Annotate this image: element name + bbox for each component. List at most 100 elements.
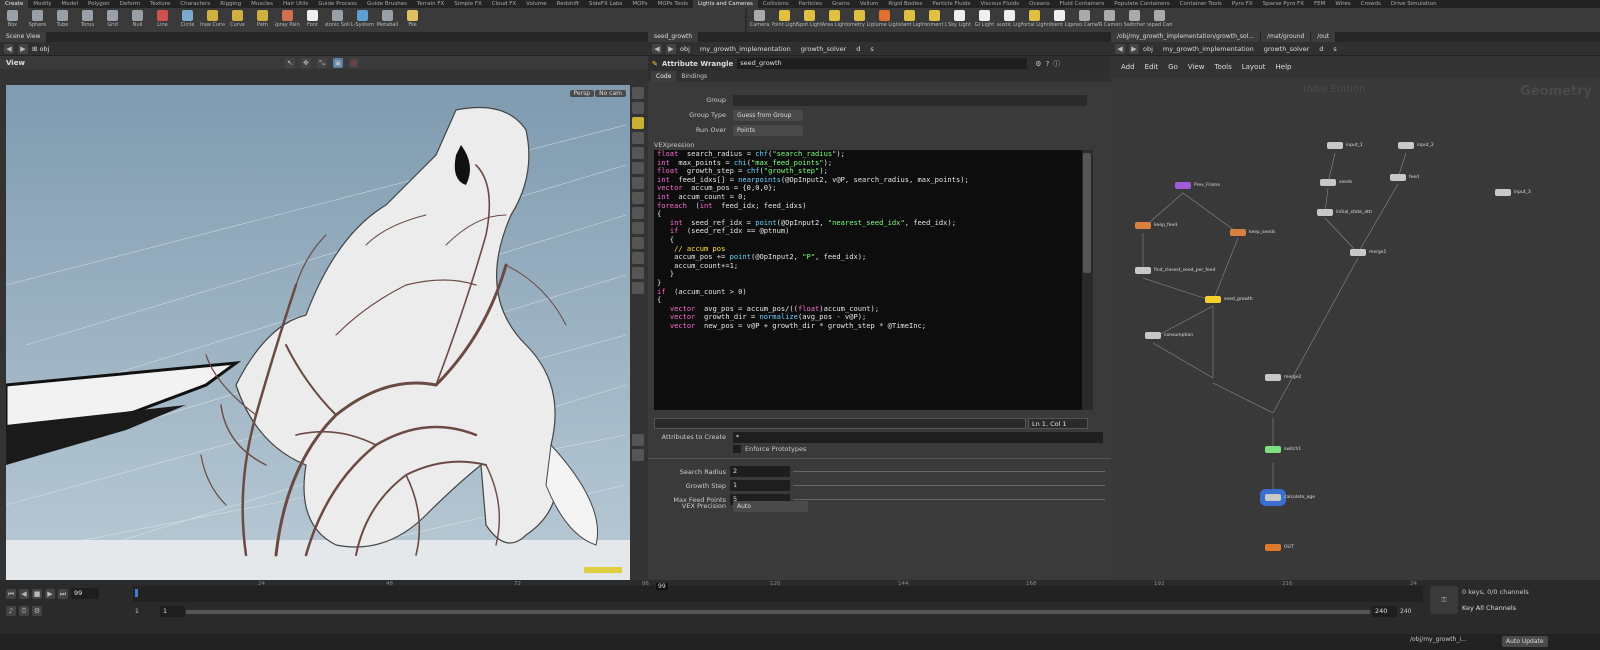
shelf-tool-button[interactable]: Area Light [822, 8, 847, 32]
menu-item[interactable]: Edit [1145, 63, 1159, 71]
shelf-tool-button[interactable]: Environment Light [922, 8, 947, 32]
shelf-tab[interactable]: Populate Containers [1109, 0, 1174, 8]
jump-start-icon[interactable]: ⏮ [6, 588, 16, 599]
shelf-tool-button[interactable]: Gamepad Camera [1147, 8, 1172, 32]
param-slider[interactable] [793, 471, 1105, 472]
shelf-tool-button[interactable]: Spray Paint [275, 8, 300, 32]
shelf-tool-button[interactable]: Box [0, 8, 25, 32]
shelf-tab[interactable]: Collisions [758, 0, 794, 8]
shelf-tool-button[interactable]: GI Light [972, 8, 997, 32]
vex-precision-select[interactable]: Auto [733, 501, 808, 512]
shelf-tool-button[interactable]: Distant Light [897, 8, 922, 32]
handle-tool-icon[interactable]: ▣ [332, 57, 343, 68]
node-body[interactable] [1265, 374, 1281, 381]
breadcrumb-item[interactable]: growth_solver [801, 45, 847, 53]
scale-tool-icon[interactable]: ⤡ [316, 57, 327, 68]
shelf-tab[interactable]: Rigging [215, 0, 246, 8]
network-node[interactable]: merge1 [1350, 249, 1386, 256]
shelf-tab[interactable]: Particle Fluids [927, 0, 975, 8]
grid-icon[interactable] [632, 192, 644, 204]
node-body[interactable] [1135, 267, 1151, 274]
run-over-select[interactable]: Points [733, 125, 803, 136]
shelf-tool-button[interactable]: Sphere [25, 8, 50, 32]
shelf-tab[interactable]: MOPs [627, 0, 652, 8]
back-button[interactable]: ◀ [1115, 43, 1125, 54]
shelf-tool-button[interactable]: Metaball [375, 8, 400, 32]
menu-item[interactable]: Add [1121, 63, 1135, 71]
select-tool-icon[interactable]: ↖ [284, 57, 295, 68]
node-body[interactable] [1320, 179, 1336, 186]
param-value-field[interactable]: 2 [730, 466, 790, 477]
camera-menu[interactable]: No cam [595, 88, 626, 99]
shelf-tab[interactable]: Lights and Cameras [692, 0, 758, 8]
frame-field[interactable]: 99 [71, 588, 99, 599]
shelf-tab[interactable]: Guide Process [313, 0, 362, 8]
shelf-tool-button[interactable]: L-System [350, 8, 375, 32]
lighting-icon[interactable] [632, 117, 644, 129]
node-body[interactable] [1350, 249, 1366, 256]
shelf-tab[interactable]: Polygon [83, 0, 115, 8]
step-back-icon[interactable]: ◀ [19, 588, 29, 599]
shelf-tab[interactable]: Simple FX [449, 0, 486, 8]
network-node[interactable]: Prev_Frame [1175, 182, 1220, 189]
range-start[interactable]: 1 [135, 608, 139, 615]
shelf-tab[interactable]: Drive Simulation [1386, 0, 1442, 8]
code-search-field[interactable] [654, 418, 1026, 429]
shelf-tab[interactable]: Model [57, 0, 84, 8]
breadcrumb-item[interactable]: my_growth_implementation [1163, 45, 1254, 53]
node-body[interactable] [1265, 544, 1281, 551]
breadcrumb[interactable]: obj my_growth_implementation growth_solver… [680, 45, 882, 53]
breadcrumb-item[interactable]: s [870, 45, 873, 53]
audio-icon[interactable]: ♪ [6, 606, 16, 616]
enforce-checkbox[interactable] [733, 445, 741, 453]
shelf-tool-button[interactable]: Circle [175, 8, 200, 32]
shelf-tab[interactable]: Characters [175, 0, 215, 8]
node-body[interactable] [1145, 332, 1161, 339]
forward-button[interactable]: ▶ [18, 43, 28, 54]
persp-menu[interactable]: Persp [569, 88, 594, 99]
breadcrumb-item[interactable]: my_growth_implementation [700, 45, 791, 53]
forward-button[interactable]: ▶ [666, 43, 676, 54]
shelf-tab[interactable]: Volume [521, 0, 551, 8]
shelf-tab[interactable]: Guide Brushes [362, 0, 412, 8]
network-tab[interactable]: /mat/ground [1261, 32, 1312, 42]
shelf-tab[interactable]: Terrain FX [412, 0, 449, 8]
camera-icon[interactable] [632, 147, 644, 159]
menu-item[interactable]: View [1188, 63, 1205, 71]
shelf-tool-button[interactable]: Sky Light [947, 8, 972, 32]
ghost-icon[interactable] [632, 102, 644, 114]
text-display-icon[interactable] [632, 252, 644, 264]
shelf-tool-button[interactable]: Draw Curve [200, 8, 225, 32]
range-end-field[interactable]: 240 [1372, 606, 1397, 617]
shelf-tab[interactable]: Fluid Containers [1055, 0, 1110, 8]
breadcrumb-item[interactable]: obj [1143, 45, 1153, 53]
node-body[interactable] [1230, 229, 1246, 236]
xray-icon[interactable] [632, 237, 644, 249]
code-scrollbar[interactable] [1081, 150, 1093, 410]
key-all-button[interactable]: Key All Channels [1462, 604, 1516, 612]
menu-item[interactable]: Go [1168, 63, 1178, 71]
shelf-tool-button[interactable]: Path [250, 8, 275, 32]
transform-tool-icon[interactable]: ✥ [300, 57, 311, 68]
tab-seed-growth[interactable]: seed_growth [648, 32, 700, 42]
shelf-tab[interactable]: Modify [28, 0, 56, 8]
auto-update-select[interactable]: Auto Update [1502, 636, 1548, 647]
back-button[interactable]: ◀ [4, 43, 14, 54]
shelf-tab[interactable]: Oceans [1024, 0, 1054, 8]
current-frame-marker[interactable]: 99 [656, 583, 668, 590]
shelf-tab[interactable]: Cloud FX [487, 0, 521, 8]
node-body[interactable] [1135, 222, 1151, 229]
back-button[interactable]: ◀ [652, 43, 662, 54]
node-body[interactable] [1495, 189, 1511, 196]
stop-icon[interactable]: ■ [32, 588, 42, 599]
shelf-tool-button[interactable]: VR Camera [1097, 8, 1122, 32]
tab-bindings[interactable]: Bindings [676, 71, 712, 82]
shelf-tab[interactable]: Crowds [1356, 0, 1386, 8]
shelf-tool-button[interactable]: Ambient Light [1047, 8, 1072, 32]
display-toggle-icon[interactable] [632, 87, 644, 99]
breadcrumb-item[interactable]: d [1319, 45, 1323, 53]
param-slider[interactable] [793, 499, 1105, 500]
key-icon[interactable]: ⚿ [1430, 586, 1458, 614]
snap-icon[interactable] [632, 207, 644, 219]
node-body[interactable] [1327, 142, 1343, 149]
